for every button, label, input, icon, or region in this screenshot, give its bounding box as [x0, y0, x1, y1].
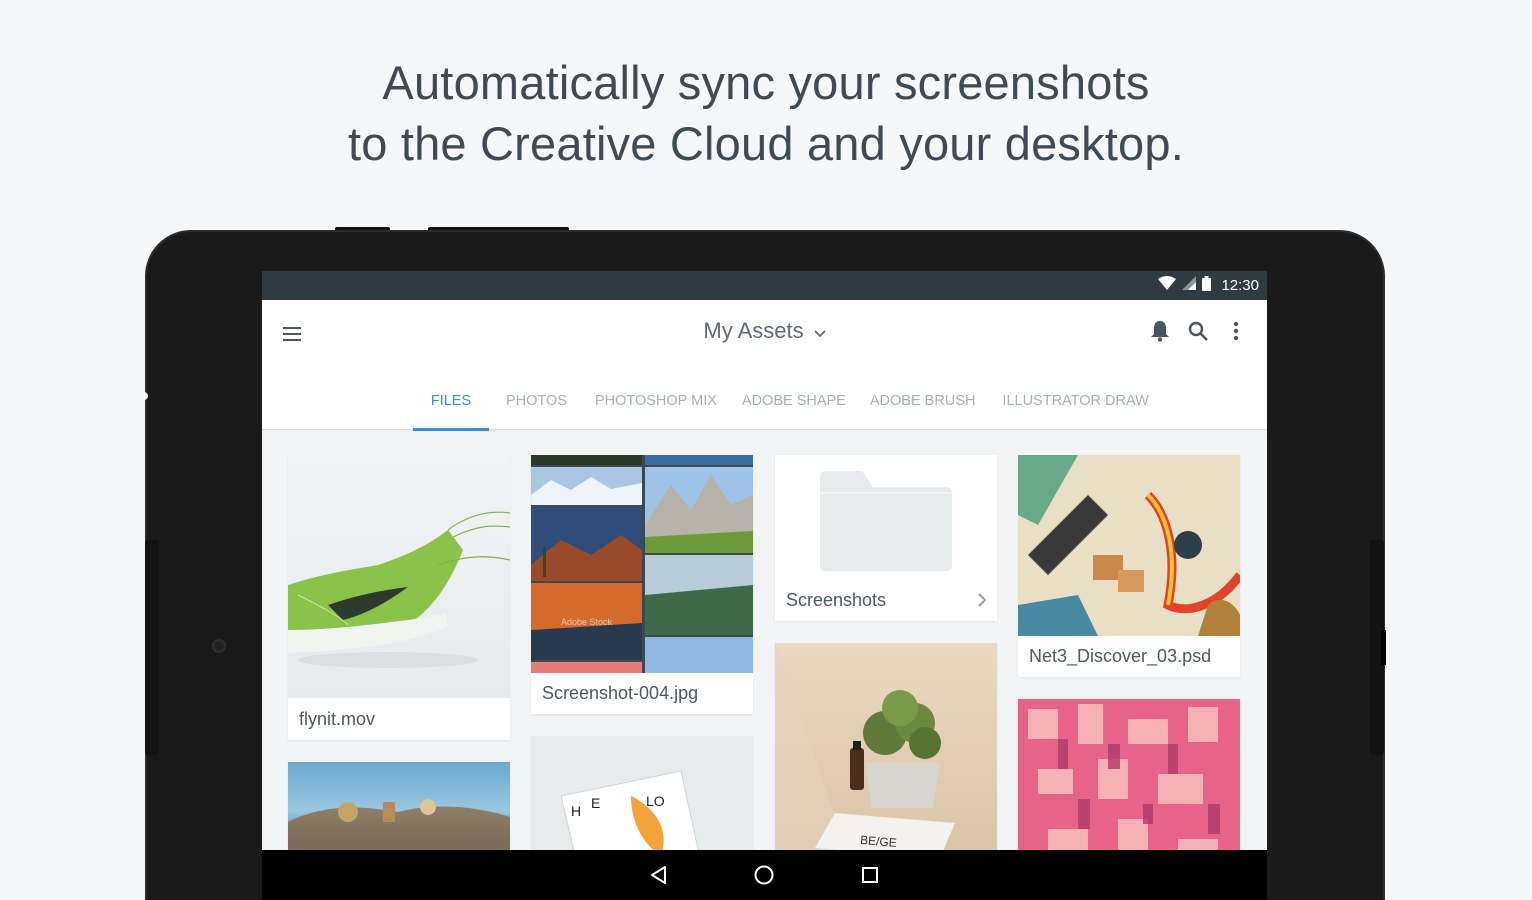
folder-icon	[775, 455, 997, 580]
file-name: Net3_Discover_03.psd	[1029, 646, 1212, 666]
tab-files[interactable]: FILES	[413, 389, 489, 431]
chevron-right-icon	[977, 592, 987, 613]
battery-icon	[1202, 275, 1212, 296]
file-card[interactable]: Adobe Stock Screenshot-004.jpg	[531, 455, 753, 714]
landscape-collage-image: Adobe Stock	[531, 455, 753, 673]
file-card[interactable]: Net3_Discover_03.psd	[1018, 455, 1240, 677]
recents-icon[interactable]	[858, 863, 882, 887]
green-sneaker-image	[288, 455, 510, 698]
folder-name: Screenshots	[786, 590, 887, 610]
wifi-icon	[1158, 276, 1177, 295]
chevron-down-icon	[813, 318, 826, 344]
file-card[interactable]: flynit.mov	[288, 455, 510, 740]
tab-adobe-shape[interactable]: ADOBE SHAPE	[742, 389, 846, 430]
device-button	[1381, 630, 1386, 665]
tab-bar: FILES PHOTOS PHOTOSHOP MIX ADOBE SHAPE A…	[413, 389, 1149, 431]
page-title: My Assets	[703, 318, 804, 343]
headline-line-2: to the Creative Cloud and your desktop.	[347, 117, 1184, 170]
back-icon[interactable]	[647, 863, 671, 887]
device-edge	[145, 540, 159, 755]
svg-text:LO: LO	[646, 793, 665, 809]
illustration-image	[1018, 455, 1240, 636]
status-time: 12:30	[1221, 277, 1259, 294]
tab-illustrator-draw[interactable]: ILLUSTRATOR DRAW	[1002, 389, 1148, 430]
more-vert-icon[interactable]	[1223, 318, 1249, 344]
search-icon[interactable]	[1185, 318, 1211, 344]
tab-photoshop-mix[interactable]: PHOTOSHOP MIX	[595, 389, 717, 430]
camera-icon	[212, 639, 226, 653]
bell-icon[interactable]	[1147, 318, 1173, 344]
home-icon[interactable]	[752, 863, 776, 887]
android-nav-bar	[262, 850, 1267, 900]
folder-card[interactable]: Screenshots	[775, 455, 997, 621]
file-name: flynit.mov	[299, 709, 376, 729]
tab-photos[interactable]: PHOTOS	[506, 389, 567, 430]
headline-line-1: Automatically sync your screenshots	[382, 56, 1150, 109]
svg-text:E: E	[591, 795, 600, 811]
tab-adobe-brush[interactable]: ADOBE BRUSH	[870, 389, 976, 430]
app-bar: My Assets FILES PHOTOS PHOTOSHOP MIX ADO…	[262, 300, 1267, 431]
assets-dropdown[interactable]: My Assets	[703, 318, 826, 344]
svg-text:H: H	[571, 803, 581, 819]
file-name: Screenshot-004.jpg	[542, 683, 699, 703]
headline: Automatically sync your screenshots to t…	[0, 52, 1532, 174]
signal-icon	[1182, 276, 1197, 295]
device-sensor	[140, 392, 148, 400]
status-bar: 12:30	[262, 271, 1267, 300]
stock-watermark: Adobe Stock	[561, 617, 613, 627]
app-screen: 12:30 My Assets FILES PHOTOS PHOTOSHOP M…	[262, 271, 1267, 900]
